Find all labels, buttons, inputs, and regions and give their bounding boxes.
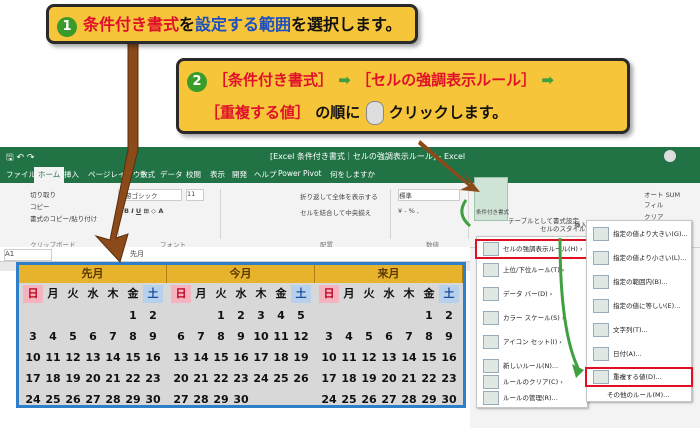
arrow-to-range	[94, 39, 139, 263]
callout1-c: 設定する範囲	[195, 15, 292, 34]
arrow-to-button	[418, 140, 480, 192]
arrow-right-icon: ➡	[338, 71, 351, 89]
callout2-e: クリックします。	[388, 103, 508, 122]
callout1-a: 条件付き書式	[83, 15, 180, 34]
callout1-d: を選択します。	[291, 15, 402, 34]
arrow-right-icon: ➡	[541, 71, 554, 89]
green-arrow-2	[558, 237, 580, 369]
mouse-icon	[365, 101, 384, 125]
green-arrow-1	[460, 199, 472, 228]
callout2-d: の順に	[315, 103, 361, 122]
callout2-b: ［セルの強調表示ルール］	[356, 71, 537, 89]
callout2-line2: ［重複する値］ の順に クリックします。	[205, 101, 507, 125]
callout2-a: ［条件付き書式］	[213, 71, 334, 89]
step-number-2: 2	[187, 72, 207, 92]
callout-step1: 1 条件付き書式を設定する範囲を選択します。	[46, 4, 419, 44]
callout2-line1: 2 ［条件付き書式］ ➡ ［セルの強調表示ルール］ ➡	[187, 69, 554, 92]
callout2-c: ［重複する値］	[205, 103, 311, 122]
callout1-b: を	[179, 15, 196, 34]
step-number-1: 1	[57, 17, 77, 37]
callout-step2: 2 ［条件付き書式］ ➡ ［セルの強調表示ルール］ ➡ ［重複する値］ の順に ク…	[176, 58, 630, 134]
